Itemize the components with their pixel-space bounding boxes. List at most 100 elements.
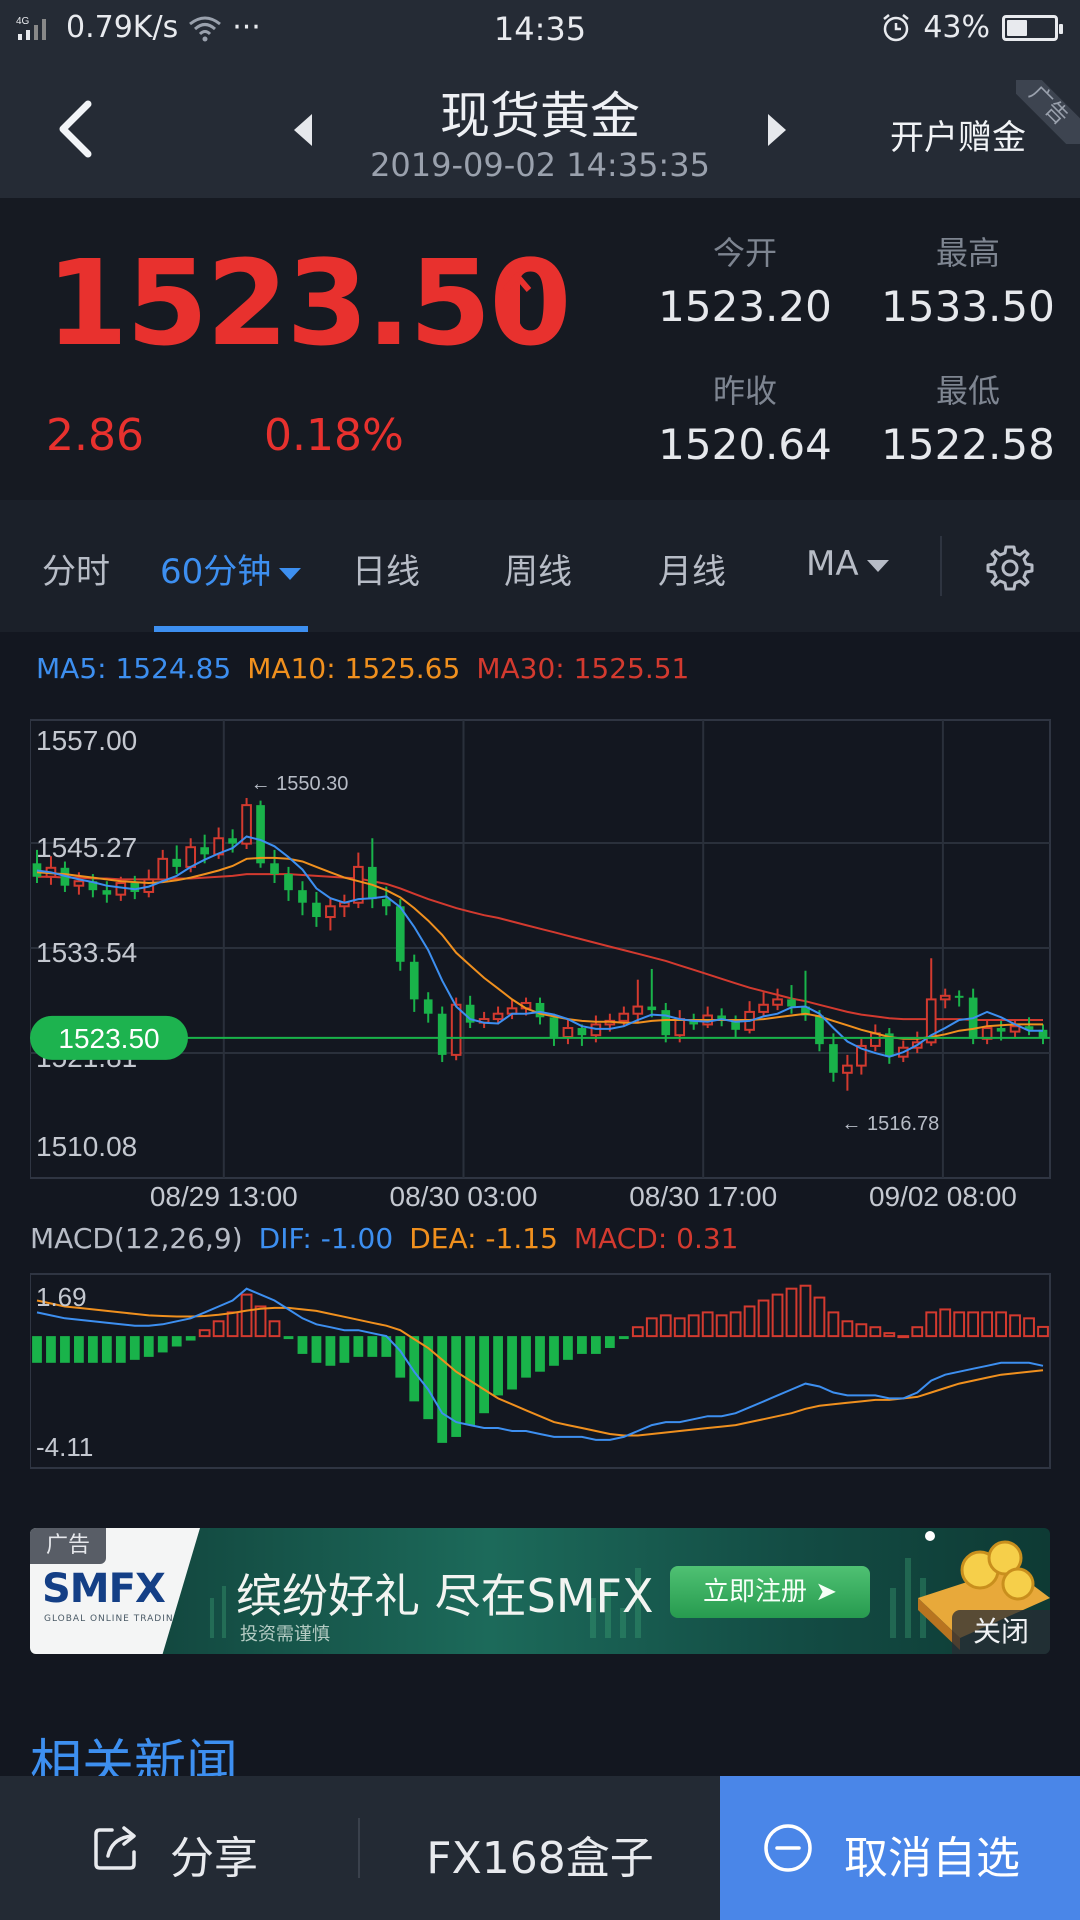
ma5-legend: MA5: 1524.85 xyxy=(36,652,232,685)
candle-body xyxy=(325,905,336,919)
ad-close-button[interactable]: 关闭 xyxy=(952,1610,1050,1654)
macd-bar-negative xyxy=(46,1336,56,1363)
ad-register-button[interactable]: 立即注册 ➤ xyxy=(670,1566,870,1618)
macd-bar-negative xyxy=(74,1336,84,1363)
macd-bar-positive xyxy=(254,1305,267,1338)
share-button[interactable]: 分享 xyxy=(0,1776,360,1920)
macd-bar-positive xyxy=(687,1314,700,1338)
chart-grid xyxy=(30,720,1050,1178)
macd-bar-negative xyxy=(507,1336,517,1390)
tab-intraday[interactable]: 分时 xyxy=(42,544,110,593)
tab-weekly[interactable]: 周线 xyxy=(504,544,572,593)
macd-bar-positive xyxy=(212,1320,225,1338)
macd-bar-negative xyxy=(437,1336,448,1443)
x-tick-label: 08/29 13:00 xyxy=(150,1181,298,1212)
macd-chart[interactable]: 1.69 -4.11 xyxy=(30,1272,1052,1472)
candle-body xyxy=(437,1013,447,1055)
tab-60min[interactable]: 60分钟 xyxy=(160,544,302,593)
chart-labels: 1557.001545.271533.541521.811510.081523.… xyxy=(30,725,1050,1212)
tab-60min-label: 60分钟 xyxy=(160,552,272,592)
macd-bar-negative xyxy=(311,1336,322,1363)
x-tick-label: 08/30 17:00 xyxy=(629,1181,777,1212)
stat-value: 1523.20 xyxy=(658,282,832,331)
macd-bar-negative xyxy=(591,1336,601,1354)
macd-bar-positive xyxy=(841,1320,854,1338)
candle-body xyxy=(842,1064,853,1074)
candlestick-chart[interactable]: 1557.001545.271533.541521.811510.081523.… xyxy=(30,718,1052,1214)
candle-body xyxy=(185,846,197,868)
candle-body xyxy=(284,874,293,891)
open-account-bonus-link[interactable]: 开户赠金 xyxy=(890,110,1026,159)
fx168-box-button[interactable]: FX168盒子 xyxy=(360,1822,720,1886)
tab-daily[interactable]: 日线 xyxy=(352,544,420,593)
bottom-bar: 分享 FX168盒子 取消自选 xyxy=(0,1776,1080,1920)
macd-bar-positive xyxy=(198,1329,211,1338)
y-tick-label: 1533.54 xyxy=(36,937,137,968)
ad-ribbon: 广告 xyxy=(1016,80,1080,144)
macd-bar-positive xyxy=(729,1311,742,1338)
share-icon xyxy=(94,1826,136,1870)
ad-risk-note: 投资需谨慎 xyxy=(240,1624,330,1645)
macd-bar-positive xyxy=(1023,1317,1035,1338)
macd-bar-positive xyxy=(897,1335,910,1339)
candle-body xyxy=(1009,1025,1021,1033)
candle-body xyxy=(256,805,265,864)
macd-bar-positive xyxy=(701,1311,714,1338)
candle-body xyxy=(130,883,140,892)
macd-bar-positive xyxy=(883,1332,896,1338)
battery-level xyxy=(1007,19,1027,36)
macd-bar-negative xyxy=(353,1336,364,1357)
macd-bar-negative xyxy=(185,1336,196,1341)
stat-label: 最低 xyxy=(935,372,1000,410)
remove-watchlist-button[interactable]: 取消自选 xyxy=(720,1776,1080,1920)
tabs-divider xyxy=(940,536,942,596)
macd-bar-negative xyxy=(157,1336,168,1353)
candle-body xyxy=(73,880,85,887)
stat-value: 1522.58 xyxy=(881,420,1055,469)
active-tab-indicator xyxy=(154,626,308,632)
macd-bar-negative xyxy=(115,1336,126,1363)
caret-down-icon xyxy=(279,567,302,580)
candle-body xyxy=(228,838,237,844)
stat-label: 今开 xyxy=(712,234,777,272)
macd-bar-positive xyxy=(715,1314,728,1338)
macd-bar-negative xyxy=(409,1336,420,1402)
y-tick-label: 1557.00 xyxy=(36,725,137,756)
tab-indicator-ma[interactable]: MA xyxy=(806,544,889,584)
candle-body xyxy=(618,1012,630,1022)
macd-bar-positive xyxy=(226,1311,239,1338)
macd-bar-positive xyxy=(995,1311,1007,1338)
settings-gear-icon[interactable] xyxy=(986,544,1034,592)
ma10-legend: MA10: 1525.65 xyxy=(247,652,461,685)
candle-body xyxy=(381,899,391,907)
macd-bar-positive xyxy=(771,1293,784,1338)
y-tick-label: 1545.27 xyxy=(36,832,137,863)
smfx-logo-tagline: GLOBAL ONLINE TRADING xyxy=(44,1614,182,1624)
macd-bar-positive xyxy=(1009,1314,1021,1338)
price-up-arrow-icon xyxy=(502,272,532,328)
price-change-percent: 0.18% xyxy=(264,410,404,461)
macd-bar-positive xyxy=(659,1314,672,1338)
tab-monthly[interactable]: 月线 xyxy=(658,544,726,593)
macd-bar-negative xyxy=(549,1336,559,1366)
macd-bar-positive xyxy=(785,1287,798,1338)
share-label: 分享 xyxy=(170,1833,258,1884)
macd-bar-positive xyxy=(911,1326,924,1338)
macd-legend: MACD(12,26,9) DIF: -1.00 DEA: -1.15 MACD… xyxy=(30,1222,739,1255)
ad-banner[interactable]: SMFX GLOBAL ONLINE TRADING 广告 缤纷好礼 尽在SMF… xyxy=(30,1528,1050,1654)
battery-percent: 43% xyxy=(923,10,990,45)
stat-value: 1520.64 xyxy=(658,420,832,469)
macd-bar-positive xyxy=(967,1311,980,1338)
macd-bar-positive xyxy=(869,1326,882,1338)
macd-y-max-label: 1.69 xyxy=(36,1282,87,1312)
candle-body xyxy=(815,1015,824,1045)
candle-body xyxy=(674,1018,686,1037)
candle-body xyxy=(172,858,182,867)
macd-bar-positive xyxy=(743,1305,756,1338)
macd-bar-positive xyxy=(855,1323,868,1338)
candle-body xyxy=(562,1027,574,1038)
status-bar: 4G 0.79K/s ··· 14:35 43% xyxy=(0,0,1080,58)
next-instrument-icon[interactable] xyxy=(764,110,790,150)
macd-bar-positive xyxy=(757,1299,770,1338)
last-price: 1523.50 xyxy=(46,234,571,372)
